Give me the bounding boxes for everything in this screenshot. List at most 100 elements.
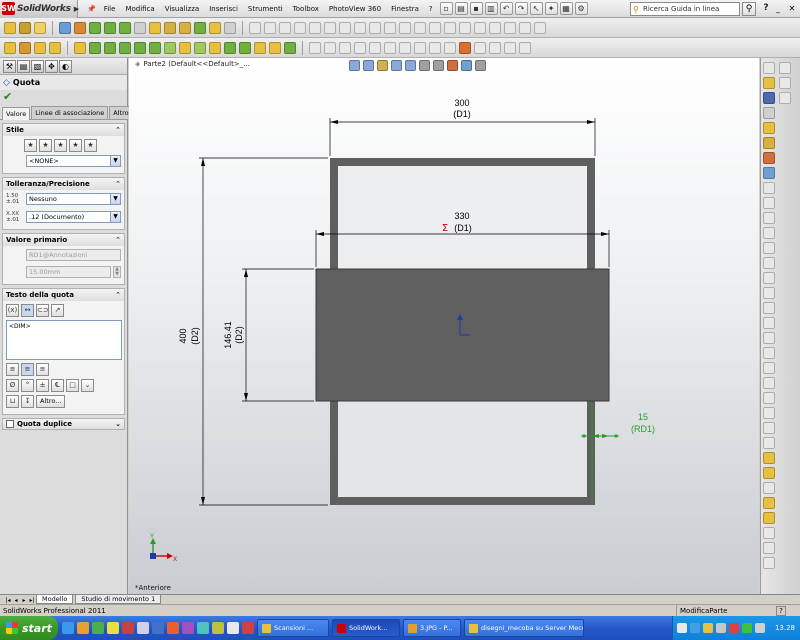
chamfer-icon[interactable] (89, 41, 101, 54)
rt-quick-snap-icon[interactable] (763, 497, 775, 509)
sweep-icon[interactable] (34, 41, 46, 54)
layout-11-icon[interactable] (474, 41, 486, 54)
layout-9-icon[interactable] (429, 41, 441, 54)
view-appearance-icon[interactable] (414, 21, 426, 34)
shell-icon[interactable] (119, 41, 131, 54)
group-stile-header[interactable]: Stile ⌃ (3, 124, 124, 136)
load-style-icon[interactable]: ★ (84, 139, 97, 152)
tab-first-icon[interactable]: |◂ (4, 597, 12, 604)
rt-grid-icon[interactable] (763, 482, 775, 494)
dimension-15-selected[interactable]: 15 (RD1) (581, 403, 655, 505)
new-window-icon[interactable] (294, 21, 306, 34)
dual-dimension-checkbox[interactable] (6, 420, 14, 428)
rt2-collapse-icon[interactable] (779, 92, 791, 104)
group-tolleranza-header[interactable]: Tolleranza/Precisione ⌃ (3, 178, 124, 190)
app-icon-3[interactable] (137, 622, 149, 634)
delete-style-icon[interactable]: ★ (69, 139, 82, 152)
app-icon-10[interactable] (242, 622, 254, 634)
rt-resources-icon[interactable] (763, 62, 775, 74)
app-icon-7[interactable] (197, 622, 209, 634)
rt-scale-icon[interactable] (763, 437, 775, 449)
mirror-icon[interactable] (149, 21, 161, 34)
loft-icon[interactable] (49, 41, 61, 54)
rt-text-icon[interactable] (763, 107, 775, 119)
tab-modello[interactable]: Modello (36, 595, 74, 604)
app-icon-9[interactable] (227, 622, 239, 634)
app-icon-2[interactable] (122, 622, 134, 634)
layout-3-icon[interactable] (339, 41, 351, 54)
square-symbol-icon[interactable]: □ (66, 379, 79, 392)
layout-1-icon[interactable] (309, 41, 321, 54)
ie-icon[interactable] (62, 622, 74, 634)
tab-next-icon[interactable]: ▸ (20, 597, 28, 604)
display-manager-tab-icon[interactable]: ◐ (59, 59, 72, 73)
rt2-expand-icon[interactable] (779, 77, 791, 89)
extrude-icon[interactable] (4, 41, 16, 54)
weldments-icon[interactable] (254, 41, 266, 54)
more-symbols-icon[interactable]: ⌄ (81, 379, 94, 392)
rt-centerline-icon[interactable] (763, 302, 775, 314)
app-icon-5[interactable] (167, 622, 179, 634)
dimension-text-area[interactable]: <DIM> (6, 320, 122, 360)
menu-visualizza[interactable]: Visualizza (160, 5, 204, 13)
repair-sketch-icon[interactable] (194, 21, 206, 34)
offset-icon[interactable] (119, 21, 131, 34)
select-arrow-icon[interactable]: ↖ (529, 2, 543, 15)
layout-14-icon[interactable] (519, 41, 531, 54)
dimension-400[interactable]: 400 (D2) (178, 157, 328, 506)
layout-8-icon[interactable] (414, 41, 426, 54)
help-search-input[interactable]: ⚲ Ricerca Guida in linea (630, 2, 740, 16)
rt-polygon-icon[interactable] (763, 242, 775, 254)
tolerance-type-select[interactable]: Nessuno ▼ (26, 193, 121, 205)
layout-2-icon[interactable] (324, 41, 336, 54)
smart-dimension-icon[interactable] (19, 21, 31, 34)
rt-ellipse-icon[interactable] (763, 272, 775, 284)
rapid-sketch-icon[interactable] (224, 21, 236, 34)
rt-pattern-icon[interactable] (763, 392, 775, 404)
tray-volume-icon[interactable] (755, 623, 765, 633)
view-section-icon[interactable] (354, 21, 366, 34)
inspection-dimension-icon[interactable]: ⊂⊃ (36, 304, 49, 317)
app-icon-1[interactable] (107, 622, 119, 634)
window-cascade-icon[interactable] (249, 21, 261, 34)
rt-circle-icon[interactable] (763, 212, 775, 224)
folder-icon[interactable] (77, 622, 89, 634)
depth-icon[interactable]: ↧ (21, 395, 34, 408)
layout-5-icon[interactable] (369, 41, 381, 54)
tab-last-icon[interactable]: ▸| (28, 597, 36, 604)
menu-modifica[interactable]: Modifica (120, 5, 159, 13)
undo-icon[interactable]: ↶ (499, 2, 513, 15)
view-display-icon[interactable] (384, 21, 396, 34)
rt-text-sketch-icon[interactable] (763, 542, 775, 554)
rt-sketch-picture-icon[interactable] (763, 527, 775, 539)
help-button[interactable]: ? (760, 2, 772, 16)
configuration-manager-tab-icon[interactable]: ▧ (31, 59, 44, 73)
quick-snaps-icon[interactable] (209, 21, 221, 34)
menu-strumenti[interactable]: Strumenti (243, 5, 288, 13)
layout-13-icon[interactable] (504, 41, 516, 54)
pin-icon[interactable]: 📌 (84, 5, 99, 13)
spline-icon[interactable] (104, 21, 116, 34)
mirror-feature-icon[interactable] (194, 41, 206, 54)
view-normal-icon[interactable] (339, 21, 351, 34)
rt-smart-dim-icon[interactable] (763, 92, 775, 104)
rt-repair-icon[interactable] (763, 467, 775, 479)
centerline-symbol-icon[interactable]: ℄ (51, 379, 64, 392)
tab-linee-associazione[interactable]: Linee di associazione (31, 106, 109, 119)
graphics-area[interactable]: ◈ Parte2 (Default<<Default>_... 300 (D1)… (129, 58, 759, 594)
dimxpert-tab-icon[interactable]: ✥ (45, 59, 58, 73)
rt-rectangle-icon[interactable] (763, 197, 775, 209)
surfaces-icon[interactable] (239, 41, 251, 54)
rt-appearances-icon[interactable] (763, 152, 775, 164)
rectangle-icon[interactable] (59, 21, 71, 34)
diameter-symbol-icon[interactable]: Ø (6, 379, 19, 392)
view-3d-icon[interactable] (369, 21, 381, 34)
task-scansioni[interactable]: Scansioni ... (257, 619, 329, 637)
redo-icon[interactable]: ↷ (514, 2, 528, 15)
tab-prev-icon[interactable]: ◂ (12, 597, 20, 604)
search-button[interactable]: ⚲ (742, 2, 756, 16)
layout-7-icon[interactable] (399, 41, 411, 54)
rt-relations-icon[interactable] (763, 452, 775, 464)
dimension-300[interactable]: 300 (D1) (329, 98, 596, 156)
degree-symbol-icon[interactable]: ° (21, 379, 34, 392)
